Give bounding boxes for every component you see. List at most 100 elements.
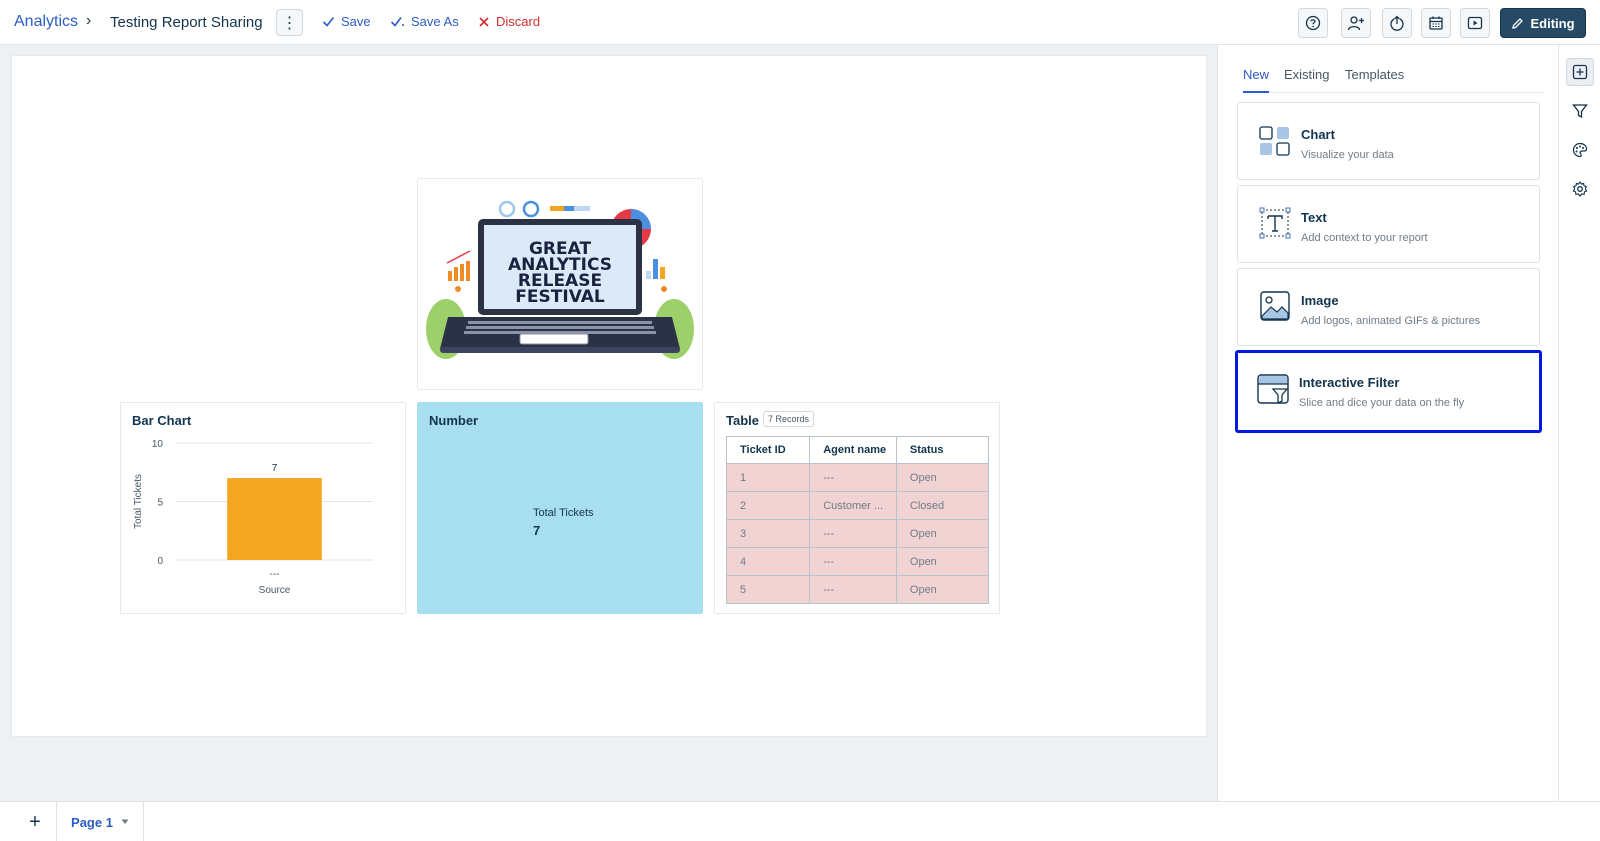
cell-agent-name: --- bbox=[809, 575, 897, 604]
pencil-icon bbox=[1512, 17, 1524, 29]
tab-existing[interactable]: Existing bbox=[1284, 67, 1330, 93]
side-rail bbox=[1558, 45, 1600, 801]
cell-status: Open bbox=[895, 519, 989, 548]
data-table: Ticket ID Agent name Status 1 --- Open 2… bbox=[726, 436, 989, 604]
y-tick-label: 0 bbox=[157, 556, 163, 567]
save-as-label: Save As bbox=[411, 14, 459, 29]
chart-card-subtitle: Visualize your data bbox=[1301, 149, 1394, 161]
y-tick-label: 5 bbox=[157, 498, 163, 509]
cell-status: Open bbox=[895, 575, 989, 604]
filter-widget-icon bbox=[1257, 374, 1289, 405]
report-title[interactable]: Testing Report Sharing bbox=[110, 14, 263, 31]
cell-status: Closed bbox=[895, 491, 989, 520]
panel-tabs: New Existing Templates bbox=[1243, 67, 1545, 93]
image-card-title: Image bbox=[1301, 293, 1339, 308]
cell-status: Open bbox=[895, 547, 989, 576]
cell-ticket-id: 4 bbox=[726, 547, 811, 576]
help-button[interactable] bbox=[1298, 8, 1328, 38]
cell-agent-name: --- bbox=[809, 519, 897, 548]
check-icon bbox=[322, 16, 335, 27]
chart-widget-card[interactable]: Chart Visualize your data bbox=[1237, 102, 1540, 180]
add-widget-button[interactable] bbox=[1566, 58, 1594, 86]
interactive-filter-card-title: Interactive Filter bbox=[1299, 375, 1400, 390]
column-header-agent-name[interactable]: Agent name bbox=[809, 436, 897, 464]
image-widget-card[interactable]: Image Add logos, animated GIFs & picture… bbox=[1237, 268, 1540, 346]
top-bar: Analytics › Testing Report Sharing ⋮ Sav… bbox=[0, 0, 1600, 45]
table-header-row: Ticket ID Agent name Status bbox=[726, 436, 989, 464]
share-button[interactable] bbox=[1341, 8, 1371, 38]
chart-card-title: Chart bbox=[1301, 127, 1335, 142]
settings-button[interactable] bbox=[1566, 175, 1594, 203]
discard-button[interactable]: Discard bbox=[478, 14, 540, 29]
table-row[interactable]: 3 --- Open bbox=[726, 519, 989, 548]
table-title: Table bbox=[726, 413, 759, 428]
cell-status: Open bbox=[895, 463, 989, 492]
export-icon bbox=[1390, 15, 1404, 31]
filters-button[interactable] bbox=[1566, 97, 1594, 125]
number-widget[interactable]: Number Total Tickets 7 bbox=[417, 402, 703, 614]
play-icon bbox=[1467, 16, 1483, 30]
cell-ticket-id: 1 bbox=[726, 463, 811, 492]
text-card-subtitle: Add context to your report bbox=[1301, 232, 1428, 244]
x-tick-label: --- bbox=[270, 569, 280, 580]
editing-label: Editing bbox=[1530, 15, 1575, 31]
interactive-filter-card-subtitle: Slice and dice your data on the fly bbox=[1299, 397, 1465, 409]
records-badge: 7 Records bbox=[763, 411, 815, 427]
column-header-status[interactable]: Status bbox=[895, 436, 989, 464]
y-axis-label: Total Tickets bbox=[133, 474, 144, 529]
export-button[interactable] bbox=[1382, 8, 1412, 38]
column-header-ticket-id[interactable]: Ticket ID bbox=[726, 436, 811, 464]
palette-icon bbox=[1572, 142, 1588, 158]
add-page-button[interactable]: + bbox=[20, 811, 50, 833]
more-options-button[interactable]: ⋮ bbox=[276, 9, 303, 36]
table-row[interactable]: 1 --- Open bbox=[726, 463, 989, 492]
tab-new[interactable]: New bbox=[1243, 67, 1270, 93]
text-icon bbox=[1259, 207, 1291, 239]
number-metric-value: 7 bbox=[533, 523, 541, 538]
table-row[interactable]: 4 --- Open bbox=[726, 547, 989, 576]
bar-chart-plot: 0 5 10 7 --- Source Total Tickets bbox=[133, 439, 373, 596]
discard-label: Discard bbox=[496, 14, 541, 29]
chevron-down-icon[interactable] bbox=[121, 819, 129, 825]
cell-agent-name: --- bbox=[809, 463, 897, 492]
save-button[interactable]: Save bbox=[322, 14, 371, 29]
cell-ticket-id: 5 bbox=[726, 575, 811, 604]
number-metric-label: Total Tickets bbox=[533, 507, 594, 519]
table-viewport[interactable]: Ticket ID Agent name Status 1 --- Open 2… bbox=[726, 436, 989, 605]
breadcrumb-analytics-link[interactable]: Analytics bbox=[14, 13, 78, 31]
image-icon bbox=[1260, 291, 1290, 321]
page-tab-label: Page 1 bbox=[71, 814, 113, 830]
cell-ticket-id: 3 bbox=[726, 519, 811, 548]
save-as-button[interactable]: Save As bbox=[390, 14, 459, 29]
schedule-button[interactable] bbox=[1421, 8, 1451, 38]
chart-icon bbox=[1259, 126, 1290, 156]
tab-templates[interactable]: Templates bbox=[1345, 67, 1404, 93]
analytics-festival-illustration: GREAT ANALYTICS RELEASE FESTIVAL bbox=[426, 200, 694, 359]
table-row[interactable]: 2 Customer ... Closed bbox=[726, 491, 989, 520]
breadcrumb-separator: › bbox=[86, 12, 92, 29]
settings-icon bbox=[1572, 181, 1588, 197]
table-row[interactable]: 5 --- Open bbox=[726, 575, 989, 604]
add-user-icon bbox=[1347, 16, 1364, 31]
editing-button[interactable]: Editing bbox=[1500, 8, 1586, 38]
bar-chart-widget[interactable]: Bar Chart 0 5 10 7 --- Source Total Tickets bbox=[120, 402, 406, 614]
image-card-subtitle: Add logos, animated GIFs & pictures bbox=[1301, 315, 1481, 327]
cell-ticket-id: 2 bbox=[726, 491, 811, 520]
calendar-icon bbox=[1429, 16, 1443, 30]
image-widget[interactable]: GREAT ANALYTICS RELEASE FESTIVAL bbox=[417, 178, 703, 390]
theme-button[interactable] bbox=[1566, 136, 1594, 164]
add-widget-icon bbox=[1572, 64, 1588, 80]
page-tab-1[interactable]: Page 1 bbox=[56, 802, 144, 841]
present-button[interactable] bbox=[1460, 8, 1490, 38]
help-icon bbox=[1305, 15, 1321, 31]
bar-data-label: 7 bbox=[272, 463, 278, 474]
text-widget-card[interactable]: Text Add context to your report bbox=[1237, 185, 1540, 263]
x-axis-label: Source bbox=[259, 585, 291, 596]
banner-line-4: FESTIVAL bbox=[515, 287, 605, 307]
table-widget[interactable]: Table 7 Records Ticket ID Agent name Sta… bbox=[714, 402, 1000, 614]
save-label: Save bbox=[341, 14, 371, 29]
report-canvas: GREAT ANALYTICS RELEASE FESTIVAL Bar Cha… bbox=[11, 55, 1207, 737]
cell-agent-name: Customer ... bbox=[809, 491, 897, 520]
filter-icon bbox=[1572, 104, 1588, 119]
interactive-filter-widget-card[interactable]: Interactive Filter Slice and dice your d… bbox=[1235, 350, 1542, 433]
